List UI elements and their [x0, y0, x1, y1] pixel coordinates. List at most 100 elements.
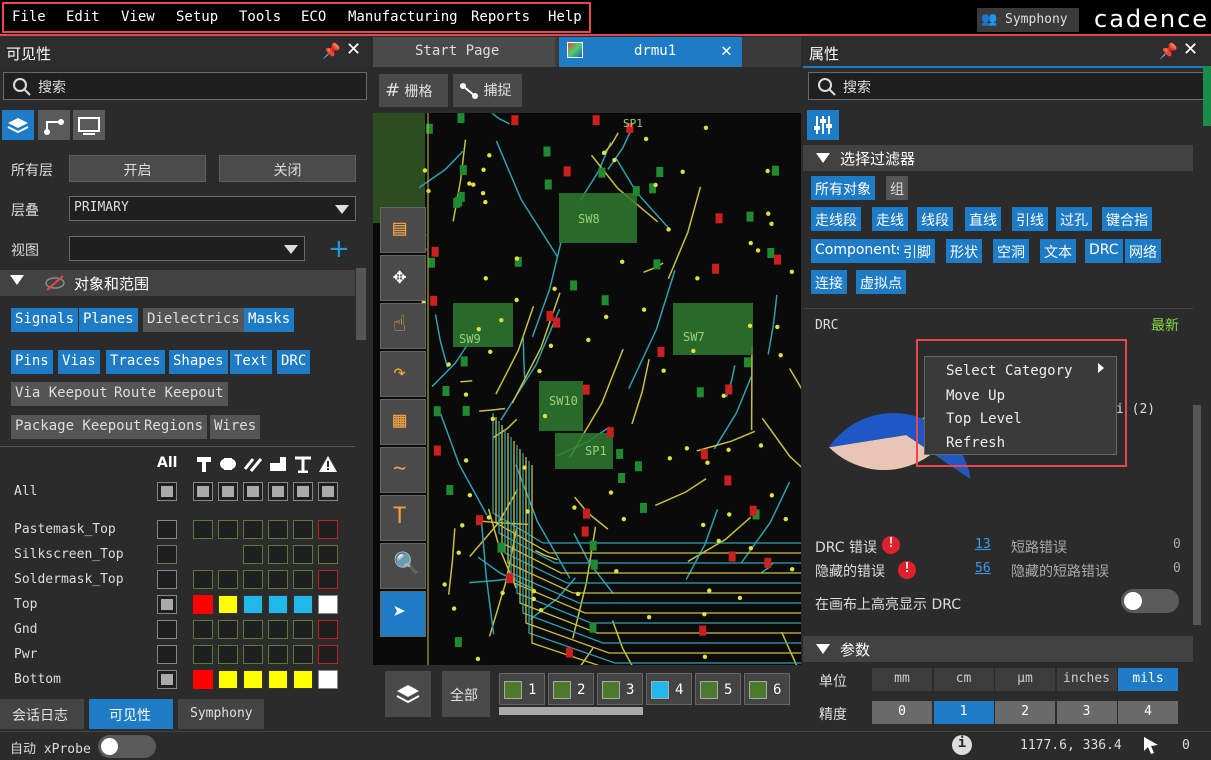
layer-color-cell[interactable]	[243, 545, 263, 564]
layer-color-cell[interactable]	[218, 645, 238, 664]
tool-button-comment[interactable]: ▤	[380, 207, 426, 253]
layer-color-cell[interactable]	[293, 482, 313, 501]
selection-filter-chip[interactable]: 引脚	[899, 239, 935, 263]
layer-color-cell[interactable]	[293, 545, 313, 564]
layer-visibility-toggle[interactable]	[157, 482, 177, 501]
selection-filter-chip[interactable]: 引线	[1012, 207, 1048, 231]
layer-color-cell[interactable]	[268, 570, 288, 589]
filter-chip[interactable]: Pins	[11, 350, 53, 374]
route-view-button[interactable]	[38, 110, 70, 140]
tab-session-log[interactable]: 会话日志	[0, 699, 84, 729]
tool-button-connect[interactable]: ∼	[380, 447, 426, 493]
visibility-search-input[interactable]: 搜索	[3, 72, 367, 100]
layer-color-cell[interactable]	[318, 520, 338, 539]
layer-visibility-toggle[interactable]	[157, 570, 177, 589]
properties-scrollbar[interactable]	[1193, 405, 1201, 625]
layer-color-cell[interactable]	[243, 482, 263, 501]
layer-color-cell[interactable]	[318, 620, 338, 639]
filter-chip[interactable]: Vias	[58, 350, 100, 374]
filter-chip[interactable]: Regions	[140, 415, 208, 439]
precision-option[interactable]: 1	[933, 701, 994, 724]
filter-chip[interactable]: Masks	[244, 308, 295, 332]
tool-button-select-arrow[interactable]: ➤	[380, 591, 426, 637]
tab-start-page[interactable]: Start Page	[373, 37, 555, 67]
selection-filter-chip[interactable]: 线段	[917, 207, 953, 231]
layer-scrollbar[interactable]	[499, 707, 643, 715]
layer-color-cell[interactable]	[193, 570, 213, 589]
layer-color-cell[interactable]	[243, 570, 263, 589]
filter-chip[interactable]: Text	[230, 350, 272, 374]
add-view-icon[interactable]: +	[328, 234, 350, 264]
info-icon[interactable]: i	[952, 735, 972, 755]
context-menu-item[interactable]: Select Category	[946, 363, 1072, 379]
layer-color-cell[interactable]	[268, 482, 288, 501]
symphony-button[interactable]: 👥 Symphony	[977, 8, 1079, 32]
layer-visibility-toggle[interactable]	[157, 670, 177, 689]
latest-link[interactable]: 最新	[1151, 315, 1179, 335]
layer-color-cell[interactable]	[218, 670, 238, 689]
selection-filter-chip[interactable]: 走线段	[811, 207, 861, 231]
layers-view-button[interactable]	[2, 110, 34, 140]
layer-color-cell[interactable]	[268, 670, 288, 689]
all-layers-button[interactable]: 全部	[442, 671, 490, 717]
layer-color-cell[interactable]	[293, 520, 313, 539]
filter-chip[interactable]: Package Keepout	[11, 415, 146, 439]
layer-color-cell[interactable]	[243, 520, 263, 539]
layer-color-cell[interactable]	[318, 570, 338, 589]
context-menu-item[interactable]: Refresh	[946, 435, 1005, 451]
layer-color-cell[interactable]	[293, 645, 313, 664]
layer-stack-button[interactable]	[385, 671, 431, 717]
selection-filter-chip[interactable]: 虚拟点	[856, 270, 906, 294]
selection-filter-chip[interactable]: 直线	[965, 207, 1001, 231]
layer-color-cell[interactable]	[193, 620, 213, 639]
filter-chip[interactable]: Route Keepout	[110, 382, 228, 406]
layer-color-cell[interactable]	[243, 620, 263, 639]
selection-filter-chip[interactable]: 键合指	[1102, 207, 1152, 231]
layer-color-cell[interactable]	[268, 520, 288, 539]
pcb-canvas[interactable]: SW8 SW7 SW9 SW10 SP1 SP1	[373, 113, 801, 725]
layer-chip[interactable]: 1	[499, 673, 545, 705]
selection-filter-chip[interactable]: Components	[811, 239, 908, 263]
layer-chip[interactable]: 6	[744, 673, 790, 705]
layers-on-button[interactable]: 开启	[69, 155, 206, 182]
layer-color-cell[interactable]	[243, 670, 263, 689]
drc-errors-count-link[interactable]: 13	[975, 537, 991, 552]
stack-select[interactable]: PRIMARY	[69, 196, 356, 221]
selection-filter-chip[interactable]: 网络	[1125, 239, 1161, 263]
selection-filter-chip[interactable]: 走线	[872, 207, 908, 231]
precision-option[interactable]: 0	[872, 701, 932, 724]
layer-color-cell[interactable]	[318, 482, 338, 501]
selection-filter-chip[interactable]: DRC	[1085, 239, 1123, 263]
highlight-drc-toggle[interactable]	[1121, 589, 1179, 613]
layer-color-cell[interactable]	[193, 595, 213, 614]
selection-filter-chip[interactable]: 形状	[946, 239, 982, 263]
tab-visibility[interactable]: 可见性	[89, 699, 173, 729]
filter-chip[interactable]: Dielectrics	[143, 308, 244, 332]
layer-color-cell[interactable]	[293, 620, 313, 639]
selection-filter-chip[interactable]: 所有对象	[811, 176, 875, 200]
filter-chip[interactable]: Shapes	[169, 350, 228, 374]
layer-color-cell[interactable]	[293, 570, 313, 589]
selection-filter-chip[interactable]: 组	[886, 176, 908, 200]
layer-color-cell[interactable]	[218, 520, 238, 539]
selection-filter-chip[interactable]: 过孔	[1056, 207, 1092, 231]
tool-button-gesture[interactable]: ☝	[380, 303, 426, 349]
tab-design[interactable]: drmu1 ✕	[559, 37, 742, 67]
tool-button-add-text[interactable]: T	[380, 495, 426, 541]
layer-color-cell[interactable]	[268, 545, 288, 564]
layers-off-button[interactable]: 关闭	[219, 155, 356, 182]
layer-color-cell[interactable]	[193, 520, 213, 539]
layer-chip[interactable]: 3	[597, 673, 643, 705]
layer-color-cell[interactable]	[243, 595, 263, 614]
precision-option[interactable]: 3	[1056, 701, 1117, 724]
layer-color-cell[interactable]	[218, 482, 238, 501]
tool-button-route[interactable]: ↷	[380, 351, 426, 397]
unit-option[interactable]: cm	[933, 668, 994, 691]
layer-color-cell[interactable]	[218, 570, 238, 589]
layer-color-cell[interactable]	[193, 482, 213, 501]
layer-chip[interactable]: 4	[646, 673, 692, 705]
precision-option[interactable]: 4	[1118, 701, 1178, 724]
scrollbar-thumb[interactable]	[356, 268, 366, 340]
close-icon[interactable]: ✕	[1183, 39, 1198, 60]
precision-option[interactable]: 2	[995, 701, 1055, 724]
